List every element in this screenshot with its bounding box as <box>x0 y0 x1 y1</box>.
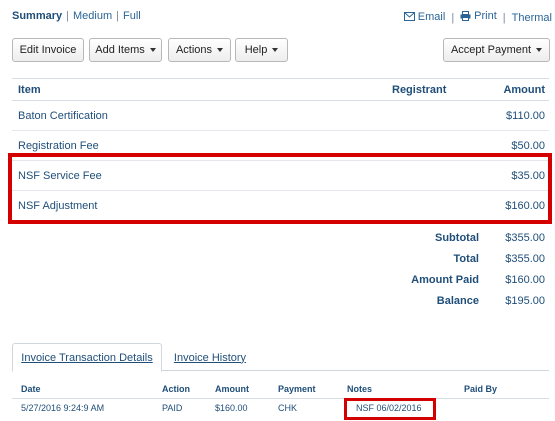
balance-value: $195.00 <box>505 295 545 307</box>
invoice-toolbar: Edit Invoice Add Items Actions Help Acce… <box>12 38 552 62</box>
top-bar: Summary | Medium | Full Email | Print | Therm… <box>12 10 552 24</box>
column-header-date: Date <box>12 380 162 399</box>
transaction-payment: CHK <box>278 403 298 414</box>
column-header-payment: Payment <box>278 380 347 399</box>
totals-section: Subtotal $355.00 Total $355.00 Amount Paid… <box>300 228 549 312</box>
envelope-icon <box>403 12 415 21</box>
column-header-item: Item <box>12 78 392 101</box>
total-value: $355.00 <box>505 253 545 265</box>
item-name: Baton Certification <box>12 100 392 131</box>
help-button[interactable]: Help <box>235 38 288 62</box>
table-row: Baton Certification $110.00 <box>12 100 549 131</box>
column-header-action: Action <box>162 380 215 399</box>
actions-label: Actions <box>175 44 213 56</box>
caret-down-icon <box>217 48 224 52</box>
column-header-registrant: Registrant <box>392 78 482 101</box>
item-amount: $110.00 <box>482 100 549 131</box>
highlight-box-notes <box>344 398 436 420</box>
actions-button[interactable]: Actions <box>168 38 231 62</box>
item-registrant <box>392 100 482 131</box>
table-row: 5/27/2016 9:24:9 AM PAID $160.00 CHK NSF… <box>12 398 549 418</box>
subtotal-value: $355.00 <box>505 232 545 244</box>
view-medium-link[interactable]: Medium <box>73 10 112 22</box>
balance-row: Balance $195.00 <box>300 291 549 312</box>
highlight-box-nsf-items <box>8 153 552 224</box>
transaction-amount: $160.00 <box>215 403 248 414</box>
column-header-notes: Notes <box>347 380 464 399</box>
amount-paid-row: Amount Paid $160.00 <box>300 270 549 291</box>
printer-icon <box>460 11 471 21</box>
tab-invoice-history[interactable]: Invoice History <box>168 343 252 372</box>
caret-down-icon <box>272 48 279 52</box>
amount-paid-value: $160.00 <box>505 274 545 286</box>
email-label: Email <box>417 10 446 23</box>
accept-payment-button[interactable]: Accept Payment <box>443 38 550 62</box>
invoice-tabs: Invoice Transaction Details Invoice Hist… <box>12 343 549 372</box>
help-label: Help <box>244 44 268 56</box>
add-items-button[interactable]: Add Items <box>89 38 162 62</box>
edit-invoice-label: Edit Invoice <box>19 44 77 56</box>
subtotal-row: Subtotal $355.00 <box>300 228 549 249</box>
edit-invoice-button[interactable]: Edit Invoice <box>12 38 84 62</box>
output-separator: | <box>502 12 506 24</box>
caret-down-icon <box>536 48 543 52</box>
output-separator: | <box>451 12 455 24</box>
balance-label: Balance <box>436 295 479 307</box>
caret-down-icon <box>149 48 156 52</box>
print-label: Print <box>474 10 497 22</box>
view-separator: | <box>116 10 119 22</box>
transactions-table: Date Action Amount Payment Notes Paid By… <box>12 380 549 418</box>
view-summary-link[interactable]: Summary <box>12 10 62 22</box>
output-links: Email | Print | Thermal <box>403 10 552 24</box>
email-link[interactable]: Email <box>403 10 446 23</box>
total-label: Total <box>453 253 479 265</box>
transaction-action: PAID <box>162 403 183 414</box>
transaction-date: 5/27/2016 9:24:9 AM <box>21 403 105 414</box>
subtotal-label: Subtotal <box>435 232 479 244</box>
print-link[interactable]: Print <box>460 10 497 22</box>
total-row: Total $355.00 <box>300 249 549 270</box>
transaction-paid-by <box>464 398 549 418</box>
tab-invoice-transaction-details[interactable]: Invoice Transaction Details <box>12 343 162 372</box>
view-full-link[interactable]: Full <box>123 10 141 22</box>
amount-paid-label: Amount Paid <box>411 274 479 286</box>
column-header-amount: Amount <box>215 380 278 399</box>
table-header-row: Date Action Amount Payment Notes Paid By <box>12 380 549 399</box>
accept-payment-label: Accept Payment <box>450 44 532 56</box>
table-header-row: Item Registrant Amount <box>12 78 549 101</box>
add-items-label: Add Items <box>95 44 145 56</box>
column-header-amount: Amount <box>482 78 549 101</box>
column-header-paid-by: Paid By <box>464 380 549 399</box>
thermal-link[interactable]: Thermal <box>512 12 552 24</box>
view-separator: | <box>66 10 69 22</box>
view-switcher: Summary | Medium | Full <box>12 10 141 22</box>
